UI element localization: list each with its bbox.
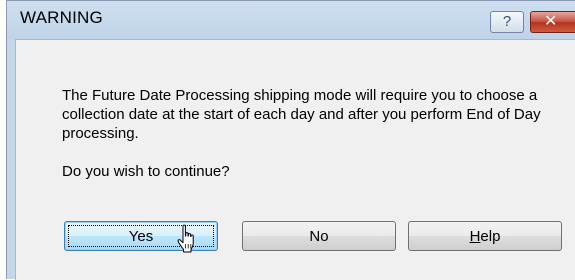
help-button-label: Help bbox=[470, 228, 501, 245]
title-bar: WARNING ? ✕ bbox=[7, 1, 575, 39]
warning-dialog: WARNING ? ✕ The Future Date Processing s… bbox=[6, 0, 575, 280]
titlebar-close-button[interactable]: ✕ bbox=[530, 11, 575, 33]
dialog-title: WARNING bbox=[20, 8, 103, 27]
confirmation-question: Do you wish to continue? bbox=[62, 163, 230, 180]
help-button[interactable]: Help bbox=[408, 221, 562, 251]
no-button[interactable]: No bbox=[242, 221, 396, 251]
warning-message: The Future Date Processing shipping mode… bbox=[62, 87, 541, 142]
no-button-label: No bbox=[309, 228, 329, 245]
help-mnemonic: H bbox=[469, 228, 481, 245]
hand-pointer-cursor-icon bbox=[177, 224, 194, 253]
close-icon: ✕ bbox=[544, 13, 558, 30]
titlebar-help-button[interactable]: ? bbox=[490, 11, 524, 33]
help-label-rest: elp bbox=[480, 228, 501, 245]
help-icon: ? bbox=[502, 13, 512, 30]
dialog-body: The Future Date Processing shipping mode… bbox=[15, 39, 575, 280]
